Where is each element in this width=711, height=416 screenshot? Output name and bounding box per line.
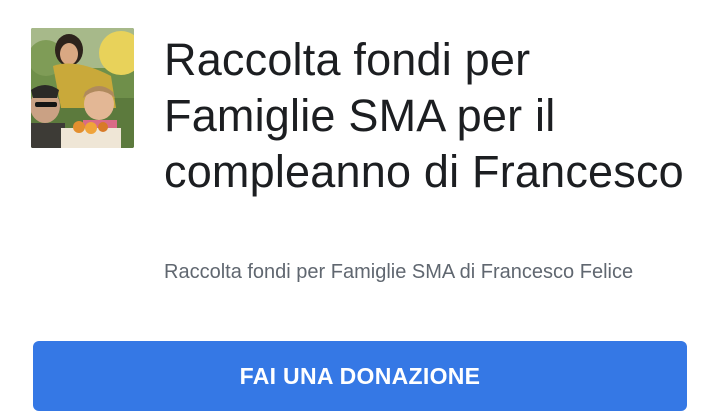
fundraiser-photo[interactable]	[31, 28, 134, 148]
family-photo-icon	[31, 28, 134, 148]
fundraiser-title[interactable]: Raccolta fondi per Famiglie SMA per il c…	[164, 32, 684, 200]
fundraiser-card: Raccolta fondi per Famiglie SMA per il c…	[0, 0, 711, 416]
donate-button[interactable]: FAI UNA DONAZIONE	[33, 341, 687, 411]
fundraiser-subtitle: Raccolta fondi per Famiglie SMA di Franc…	[164, 261, 634, 283]
